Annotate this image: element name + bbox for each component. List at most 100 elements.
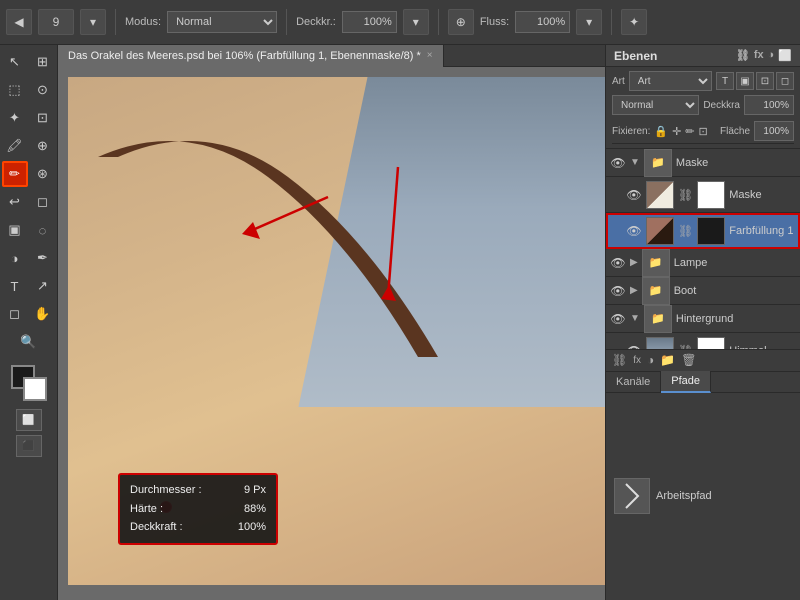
tool-row-1: ↖ ⊞ (2, 49, 56, 75)
top-toolbar: ◀ 9 ▾ Modus: Normal Deckkr.: ▾ ⊕ Fluss: … (0, 0, 800, 45)
left-toolbox: ↖ ⊞ ⬚ ⊙ ✦ ⊡ 🖍 ⊕ ✏ ⊛ ↩ ◻ ▣ ◌ ◑ ✒ (0, 45, 58, 600)
history-brush-tool[interactable]: ↩ (2, 189, 28, 215)
hand-tool[interactable]: ✋ (30, 301, 56, 327)
layer-name-farbfuellung: Farbfüllung 1 (729, 225, 796, 237)
brush-size-input[interactable]: 9 (38, 9, 74, 35)
mask-icon-bottom[interactable]: ◑ (647, 353, 654, 367)
vis-farbfuellung[interactable]: 👁 (626, 223, 642, 239)
layers-fx-icon[interactable]: fx (754, 49, 764, 62)
crop-tool[interactable]: ⊡ (30, 105, 56, 131)
tab-close-button[interactable]: × (427, 50, 433, 61)
fx-icon-bottom[interactable]: fx (633, 355, 641, 366)
group-arrow-maske[interactable]: ▼ (630, 157, 640, 168)
group-arrow-lampe[interactable]: ▶ (630, 257, 638, 268)
vis-lampe[interactable]: 👁 (610, 255, 626, 271)
canvas-wrapper[interactable]: Durchmesser : 9 Px Härte : 88% Deckkraft… (58, 67, 605, 600)
tab-kanaele[interactable]: Kanäle (606, 371, 661, 393)
tool-row-4: 🖍 ⊕ (2, 133, 56, 159)
art-row: Art Art T ▣ ⊡ ◻ (612, 71, 794, 91)
marquee-tool[interactable]: ⬚ (2, 77, 28, 103)
tool-row-3: ✦ ⊡ (2, 105, 56, 131)
opacity-input[interactable] (342, 11, 397, 33)
chain-maske[interactable]: ⛓ (678, 188, 693, 202)
layers-icon-2[interactable]: ▣ (736, 72, 754, 90)
dodge-tool[interactable]: ◑ (2, 245, 28, 271)
pressure-button[interactable]: ✦ (621, 9, 647, 35)
folder-icon-bottom[interactable]: 📁 (660, 353, 675, 367)
quick-select-tool[interactable]: ✦ (2, 105, 28, 131)
chain-farbfuellung[interactable]: ⛓ (678, 224, 693, 238)
layer-name-lampe: Lampe (674, 257, 796, 269)
flow-arrow[interactable]: ▾ (576, 9, 602, 35)
text-tool[interactable]: T (2, 273, 28, 299)
tab-pfade[interactable]: Pfade (661, 371, 711, 393)
layer-fill-input[interactable] (754, 121, 794, 141)
group-arrow-boot[interactable]: ▶ (630, 285, 638, 296)
fix-all-icon[interactable]: ⊡ (699, 125, 708, 138)
fix-lock-icon[interactable]: 🔒 (654, 125, 668, 138)
layers-mask-icon[interactable]: ⬜ (778, 49, 792, 62)
opacity-label-tooltip: Deckkraft : (130, 518, 183, 537)
layer-item-himmel[interactable]: 👁 ⛓ Himmel (606, 333, 800, 349)
fix-brush-icon[interactable]: ✏ (685, 125, 694, 138)
group-arrow-hintergrund[interactable]: ▼ (630, 313, 640, 324)
clone-stamp-tool[interactable]: ⊛ (30, 161, 56, 187)
mode-label: Modus: (125, 16, 161, 28)
move-tool[interactable]: ↖ (2, 49, 28, 75)
vis-hintergrund[interactable]: 👁 (610, 311, 626, 327)
thumb-maske-folder: 📁 (644, 149, 672, 177)
fix-move-icon[interactable]: ✛ (672, 125, 681, 138)
vis-maske-group[interactable]: 👁 (610, 155, 626, 171)
layer-item-farbfuellung[interactable]: 👁 ⛓ Farbfüllung 1 (606, 213, 800, 249)
tool-row-9: T ↗ (2, 273, 56, 299)
brush-picker-button[interactable]: ▾ (80, 9, 106, 35)
vis-boot[interactable]: 👁 (610, 283, 626, 299)
eyedropper-tool[interactable]: 🖍 (2, 133, 28, 159)
layer-item-maske[interactable]: 👁 ⛓ Maske (606, 177, 800, 213)
link-icon-bottom[interactable]: ⛓ (612, 353, 627, 367)
thumb-maske (646, 181, 674, 209)
airbrush-button[interactable]: ⊕ (448, 9, 474, 35)
flow-input[interactable] (515, 11, 570, 33)
layers-icon-3[interactable]: ⊡ (756, 72, 774, 90)
diameter-value: 9 Px (244, 481, 266, 500)
pen-tool[interactable]: ✒ (30, 245, 56, 271)
history-back-button[interactable]: ◀ (6, 9, 32, 35)
delete-icon-bottom[interactable]: 🗑 (681, 353, 696, 367)
layer-group-boot[interactable]: 👁 ▶ 📁 Boot (606, 277, 800, 305)
separator-4 (611, 9, 612, 35)
layers-title: Ebenen (614, 49, 657, 63)
canvas-tab[interactable]: Das Orakel des Meeres.psd bei 106% (Farb… (58, 45, 444, 67)
art-dropdown[interactable]: Art (629, 71, 712, 91)
layer-group-maske[interactable]: 👁 ▼ 📁 Maske (606, 149, 800, 177)
blur-tool[interactable]: ◌ (30, 217, 56, 243)
layers-adjust-icon[interactable]: ◑ (768, 49, 775, 62)
blend-mode-dropdown[interactable]: Normal (167, 11, 277, 33)
layer-group-lampe[interactable]: 👁 ▶ 📁 Lampe (606, 249, 800, 277)
tool-row-10: ◻ ✋ (2, 301, 56, 327)
layers-link-icon[interactable]: ⛓ (736, 49, 750, 62)
vis-maske[interactable]: 👁 (626, 187, 642, 203)
background-color[interactable] (23, 377, 47, 401)
spot-heal-tool[interactable]: ⊕ (30, 133, 56, 159)
layer-group-hintergrund[interactable]: 👁 ▼ 📁 Hintergrund (606, 305, 800, 333)
zoom-tool[interactable]: 🔍 (16, 329, 42, 355)
artboard-tool[interactable]: ⊞ (30, 49, 56, 75)
tool-row-6: ↩ ◻ (2, 189, 56, 215)
shape-tool[interactable]: ◻ (2, 301, 28, 327)
opacity-arrow[interactable]: ▾ (403, 9, 429, 35)
tab-bar: Das Orakel des Meeres.psd bei 106% (Farb… (58, 45, 605, 67)
quick-mask-button[interactable]: ⬜ (16, 409, 42, 431)
thumb-boot-folder: 📁 (642, 277, 670, 305)
screen-mode-button[interactable]: ⬛ (16, 433, 42, 457)
layer-blend-dropdown[interactable]: Normal (612, 95, 699, 115)
hardness-label: Härte : (130, 500, 163, 519)
layers-icon-1[interactable]: T (716, 72, 734, 90)
gradient-tool[interactable]: ▣ (2, 217, 28, 243)
eraser-tool[interactable]: ◻ (30, 189, 56, 215)
path-select-tool[interactable]: ↗ (30, 273, 56, 299)
brush-tool[interactable]: ✏ (2, 161, 28, 187)
lasso-tool[interactable]: ⊙ (30, 77, 56, 103)
layer-opacity-input[interactable] (744, 95, 794, 115)
layers-icon-4[interactable]: ◻ (776, 72, 794, 90)
